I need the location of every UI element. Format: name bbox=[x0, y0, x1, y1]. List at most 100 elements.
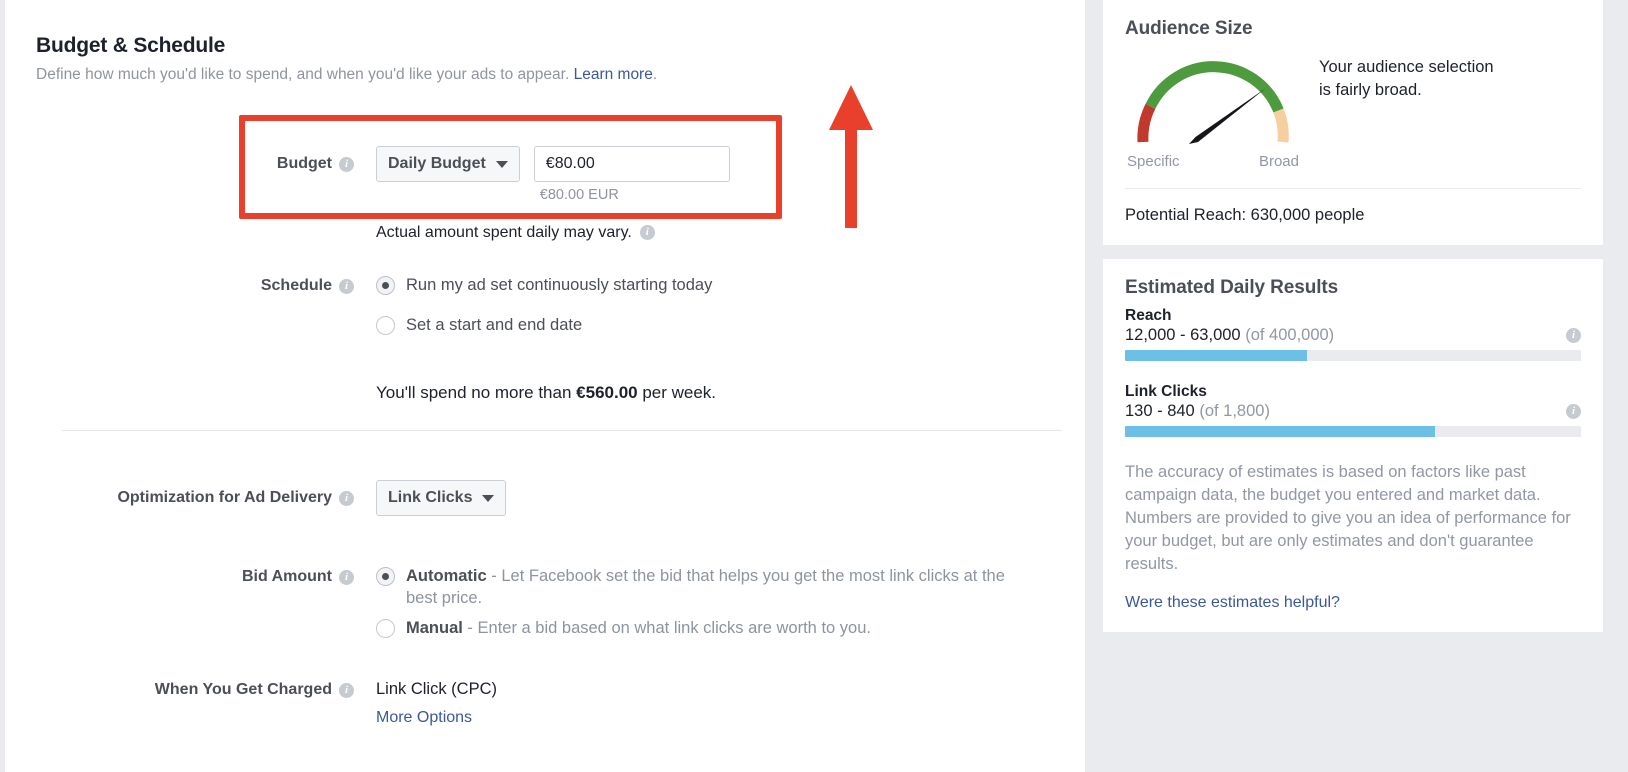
stat-reach-name: Reach bbox=[1125, 307, 1581, 325]
bid-option-automatic-name: Automatic bbox=[406, 567, 487, 585]
schedule-option-date-range-label: Set a start and end date bbox=[406, 314, 582, 336]
bid-options: Automatic - Let Facebook set the bid tha… bbox=[376, 565, 1016, 639]
stat-reach-value: 12,000 - 63,000 (of 400,000) bbox=[1125, 326, 1334, 345]
budget-amount-input[interactable] bbox=[534, 146, 730, 182]
gauge-needle bbox=[1189, 88, 1266, 144]
radio-continuous[interactable] bbox=[376, 276, 395, 295]
bid-option-manual-sep: - bbox=[463, 619, 478, 637]
audience-selection-note: Your audience selection is fairly broad. bbox=[1319, 56, 1509, 101]
audience-gauge-group: Specific Broad Your audience selection i… bbox=[1125, 54, 1581, 170]
when-charged-row: When You Get Charged Link Click (CPC) Mo… bbox=[62, 678, 762, 727]
stat-reach: Reach 12,000 - 63,000 (of 400,000) bbox=[1125, 307, 1581, 361]
section-subtitle-text: Define how much you'd like to spend, and… bbox=[36, 66, 569, 83]
bid-amount-label: Bid Amount bbox=[242, 567, 332, 587]
schedule-option-date-range[interactable]: Set a start and end date bbox=[376, 314, 712, 336]
budget-amount-group: €80.00 EUR bbox=[534, 146, 730, 203]
bid-option-manual-text: Manual - Enter a bid based on what link … bbox=[406, 617, 871, 639]
schedule-label: Schedule bbox=[261, 276, 332, 296]
stat-reach-range: 12,000 - 63,000 bbox=[1125, 326, 1241, 344]
vary-info-icon[interactable] bbox=[640, 225, 655, 240]
audience-gauge: Specific Broad bbox=[1125, 54, 1301, 170]
optimization-info-icon[interactable] bbox=[339, 491, 354, 506]
bid-label-group: Bid Amount bbox=[62, 565, 354, 589]
gauge-segment-broad bbox=[1279, 111, 1284, 143]
gauge-label-broad: Broad bbox=[1259, 153, 1299, 170]
red-arrow-annotation bbox=[811, 82, 891, 230]
section-subtitle: Define how much you'd like to spend, and… bbox=[36, 65, 657, 85]
stat-link-clicks-name: Link Clicks bbox=[1125, 383, 1581, 401]
spend-suffix: per week. bbox=[638, 383, 716, 402]
radio-automatic[interactable] bbox=[376, 567, 395, 586]
when-charged-label-group: When You Get Charged bbox=[62, 678, 354, 702]
radio-manual[interactable] bbox=[376, 619, 395, 638]
stat-reach-bar-fill bbox=[1125, 350, 1307, 361]
gauge-label-specific: Specific bbox=[1127, 153, 1180, 170]
gauge-segment-specific bbox=[1143, 106, 1151, 142]
stat-reach-bar-track bbox=[1125, 350, 1581, 361]
gauge-segment-balanced bbox=[1151, 67, 1279, 111]
bid-option-manual-desc: Enter a bid based on what link clicks ar… bbox=[478, 619, 871, 637]
radio-date-range[interactable] bbox=[376, 316, 395, 335]
learn-more-link[interactable]: Learn more bbox=[574, 66, 653, 83]
budget-label-group: Budget bbox=[62, 146, 354, 182]
budget-info-icon[interactable] bbox=[339, 157, 354, 172]
gauge-scale-labels: Specific Broad bbox=[1125, 153, 1301, 170]
budget-label: Budget bbox=[277, 154, 332, 174]
bid-option-manual-name: Manual bbox=[406, 619, 463, 637]
stat-link-clicks-bar-track bbox=[1125, 426, 1581, 437]
audience-size-card: Audience Size Specific bbox=[1103, 0, 1603, 245]
chevron-down-icon bbox=[482, 495, 494, 502]
budget-schedule-panel: Budget & Schedule Define how much you'd … bbox=[0, 0, 1085, 772]
schedule-option-continuous-label: Run my ad set continuously starting toda… bbox=[406, 274, 712, 296]
schedule-options: Run my ad set continuously starting toda… bbox=[376, 274, 712, 336]
budget-type-value: Daily Budget bbox=[388, 155, 486, 173]
more-options-link[interactable]: More Options bbox=[376, 709, 472, 727]
potential-reach-text: Potential Reach: 630,000 people bbox=[1125, 206, 1581, 225]
optimization-label-group: Optimization for Ad Delivery bbox=[62, 480, 354, 516]
budget-vary-note: Actual amount spent daily may vary. bbox=[376, 222, 655, 243]
schedule-row: Schedule Run my ad set continuously star… bbox=[62, 274, 862, 336]
page-title: Budget & Schedule bbox=[36, 33, 657, 59]
bid-option-automatic-text: Automatic - Let Facebook set the bid tha… bbox=[406, 565, 1016, 609]
schedule-option-continuous[interactable]: Run my ad set continuously starting toda… bbox=[376, 274, 712, 296]
stat-link-clicks-range: 130 - 840 bbox=[1125, 402, 1195, 420]
gauge-dial bbox=[1125, 54, 1301, 152]
bid-option-manual[interactable]: Manual - Enter a bid based on what link … bbox=[376, 617, 1016, 639]
ads-manager-budget-screen: Budget & Schedule Define how much you'd … bbox=[0, 0, 1628, 772]
bid-option-automatic-sep: - bbox=[487, 567, 502, 585]
optimization-label: Optimization for Ad Delivery bbox=[117, 488, 332, 508]
bid-info-icon[interactable] bbox=[339, 570, 354, 585]
estimated-results-title: Estimated Daily Results bbox=[1125, 277, 1581, 299]
spend-amount: €560.00 bbox=[576, 383, 637, 402]
stat-reach-total: (of 400,000) bbox=[1245, 326, 1334, 344]
audience-size-title: Audience Size bbox=[1125, 18, 1581, 40]
section-header: Budget & Schedule Define how much you'd … bbox=[36, 33, 657, 85]
estimates-sidebar: Audience Size Specific bbox=[1085, 0, 1623, 772]
optimization-value: Link Clicks bbox=[388, 489, 472, 507]
schedule-info-icon[interactable] bbox=[339, 279, 354, 294]
subtitle-period: . bbox=[653, 66, 657, 83]
audience-card-divider bbox=[1125, 188, 1581, 189]
chevron-down-icon bbox=[496, 161, 508, 168]
when-charged-label: When You Get Charged bbox=[155, 680, 332, 700]
weekly-spend-note: You'll spend no more than €560.00 per we… bbox=[376, 383, 716, 403]
when-charged-value: Link Click (CPC) bbox=[376, 678, 497, 700]
stat-reach-row: 12,000 - 63,000 (of 400,000) bbox=[1125, 326, 1581, 345]
stat-reach-info-icon[interactable] bbox=[1566, 328, 1581, 343]
estimates-accuracy-text: The accuracy of estimates is based on fa… bbox=[1125, 461, 1581, 576]
stat-link-clicks-value: 130 - 840 (of 1,800) bbox=[1125, 402, 1270, 421]
schedule-label-group: Schedule bbox=[62, 274, 354, 298]
section-divider bbox=[62, 430, 1062, 431]
spend-prefix: You'll spend no more than bbox=[376, 383, 576, 402]
when-charged-info-icon[interactable] bbox=[339, 683, 354, 698]
estimated-daily-results-card: Estimated Daily Results Reach 12,000 - 6… bbox=[1103, 259, 1603, 632]
budget-currency-note: €80.00 EUR bbox=[534, 187, 730, 203]
stat-link-clicks-bar-fill bbox=[1125, 426, 1435, 437]
bid-option-automatic[interactable]: Automatic - Let Facebook set the bid tha… bbox=[376, 565, 1016, 609]
budget-row: Budget Daily Budget €80.00 EUR bbox=[62, 146, 822, 203]
budget-type-dropdown[interactable]: Daily Budget bbox=[376, 146, 520, 182]
optimization-dropdown[interactable]: Link Clicks bbox=[376, 480, 506, 516]
estimates-helpful-link[interactable]: Were these estimates helpful? bbox=[1125, 594, 1340, 612]
stat-link-clicks-info-icon[interactable] bbox=[1566, 404, 1581, 419]
bid-amount-row: Bid Amount Automatic - Let Facebook set … bbox=[62, 565, 1062, 639]
